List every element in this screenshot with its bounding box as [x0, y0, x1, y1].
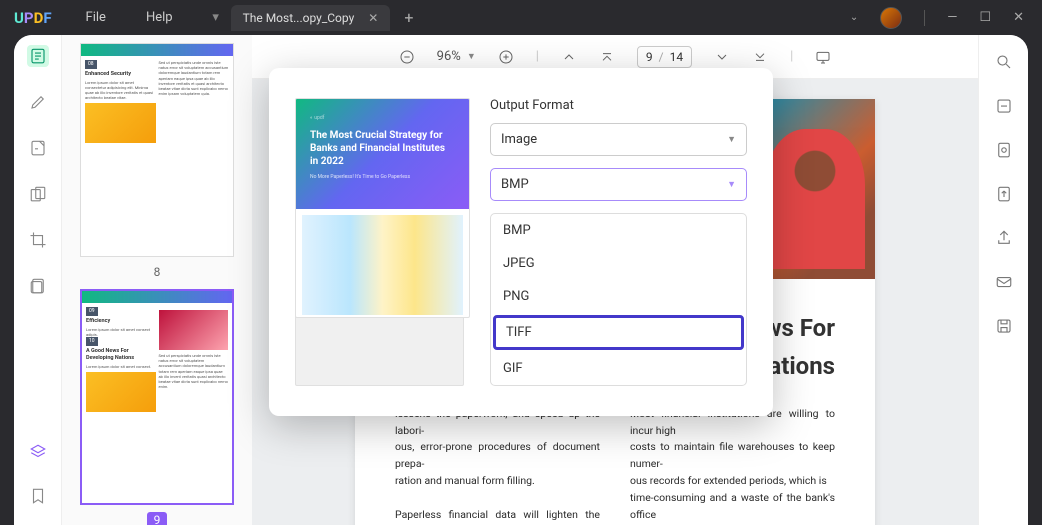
modal-form: Output Format Image ▼ BMP ▼ BMP JPEG PNG… — [490, 98, 747, 386]
chevron-down-icon: ▼ — [727, 134, 736, 145]
dropdown-option-jpeg[interactable]: JPEG — [491, 247, 746, 280]
chevron-down-icon: ▼ — [727, 179, 736, 190]
dropdown-option-gif[interactable]: GIF — [491, 352, 746, 385]
dropdown-option-bmp[interactable]: BMP — [491, 214, 746, 247]
image-type-select[interactable]: BMP ▼ — [490, 168, 747, 201]
modal-preview: ◐ updf The Most Crucial Strategy for Ban… — [295, 98, 470, 386]
output-format-select[interactable]: Image ▼ — [490, 123, 747, 156]
modal-backdrop: ◐ updf The Most Crucial Strategy for Ban… — [0, 0, 1042, 525]
output-format-label: Output Format — [490, 98, 747, 113]
image-type-dropdown: BMP JPEG PNG TIFF GIF — [490, 213, 747, 386]
export-modal: ◐ updf The Most Crucial Strategy for Ban… — [269, 68, 773, 416]
dropdown-option-png[interactable]: PNG — [491, 280, 746, 313]
dropdown-option-tiff[interactable]: TIFF — [493, 315, 744, 350]
